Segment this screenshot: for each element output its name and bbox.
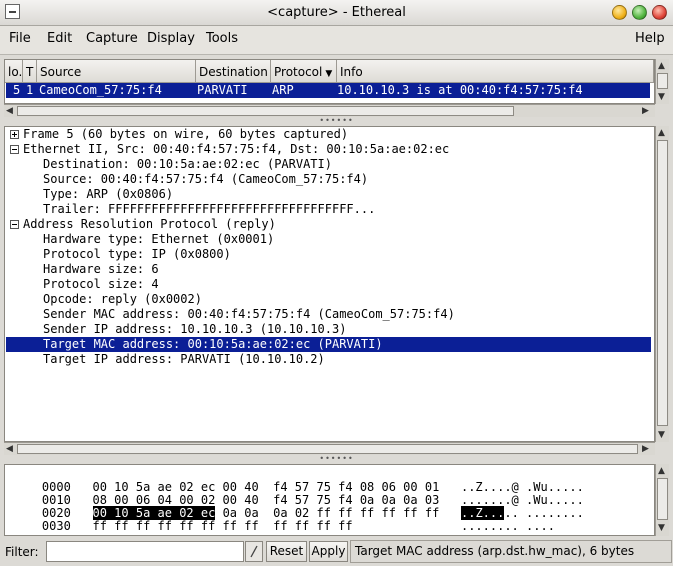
reset-button[interactable]: Reset xyxy=(266,541,307,562)
menu-edit[interactable]: Edit xyxy=(47,31,72,46)
hex-dump-pane: 0000 00 10 5a ae 02 ec 00 40 f4 57 75 f4… xyxy=(4,464,655,536)
maximize-icon[interactable] xyxy=(632,5,647,20)
minimize-icon[interactable] xyxy=(612,5,627,20)
tree-node-ethernet[interactable]: Ethernet II, Src: 00:40:f4:57:75:f4, Dst… xyxy=(10,142,654,157)
hscroll-thumb[interactable] xyxy=(17,444,638,454)
column-header-protocol-label: Protocol xyxy=(274,65,323,79)
scroll-down-arrow-icon[interactable]: ▼ xyxy=(658,430,665,440)
column-header-destination[interactable]: Destination xyxy=(196,60,271,83)
column-header-no[interactable]: lo. xyxy=(5,60,23,83)
apply-button[interactable]: Apply xyxy=(309,541,348,562)
tree-leaf[interactable]: Target IP address: PARVATI (10.10.10.2) xyxy=(10,352,673,367)
packet-info: 10.10.10.3 is at 00:40:f4:57:75:f4 xyxy=(337,83,583,97)
packet-protocol: ARP xyxy=(272,83,294,97)
scroll-up-arrow-icon[interactable]: ▲ xyxy=(658,61,665,71)
hex-offset: 0030 xyxy=(41,519,71,533)
scroll-thumb[interactable] xyxy=(657,73,668,89)
scroll-up-arrow-icon[interactable]: ▲ xyxy=(658,466,665,476)
details-vscrollbar[interactable]: ▲ ▼ xyxy=(655,126,669,442)
hex-vscrollbar[interactable]: ▲ ▼ xyxy=(655,464,669,536)
filter-input[interactable] xyxy=(46,541,244,562)
tree-leaf[interactable]: Opcode: reply (0x0002) xyxy=(10,292,673,307)
hex-bytes: ff ff ff ff ff ff ff ff xyxy=(92,519,259,533)
column-header-source[interactable]: Source xyxy=(37,60,196,83)
tree-leaf[interactable]: Hardware type: Ethernet (0x0001) xyxy=(10,232,673,247)
scroll-left-arrow-icon[interactable]: ◀ xyxy=(6,444,13,454)
column-header-protocol[interactable]: Protocol ▼ xyxy=(271,60,337,83)
expand-plus-icon[interactable] xyxy=(10,130,19,139)
tree-node-arp[interactable]: Address Resolution Protocol (reply) xyxy=(10,217,654,232)
hex-ascii: .... xyxy=(526,519,555,533)
close-icon[interactable] xyxy=(652,5,667,20)
filter-dropdown-button[interactable] xyxy=(245,541,263,562)
hex-ascii: ........ xyxy=(460,519,519,533)
tree-leaf[interactable]: Protocol size: 4 xyxy=(10,277,673,292)
hex-bytes: ff ff ff ff xyxy=(273,519,353,533)
packet-time: 1 xyxy=(26,83,34,97)
status-text: Target MAC address (arp.dst.hw_mac), 6 b… xyxy=(350,540,672,563)
tree-leaf[interactable]: Protocol type: IP (0x0800) xyxy=(10,247,673,262)
pane-splitter-bottom[interactable]: •••••• xyxy=(0,455,673,463)
filter-label: Filter: xyxy=(5,545,39,559)
collapse-minus-icon[interactable] xyxy=(10,220,19,229)
scroll-thumb[interactable] xyxy=(657,478,668,520)
column-header-info[interactable]: Info xyxy=(337,60,654,83)
tree-leaf[interactable]: Sender IP address: 10.10.10.3 (10.10.10.… xyxy=(10,322,673,337)
packet-destination: PARVATI xyxy=(197,83,248,97)
menu-help[interactable]: Help xyxy=(635,31,665,46)
tree-leaf[interactable]: Source: 00:40:f4:57:75:f4 (CameoCom_57:7… xyxy=(10,172,673,187)
column-header-time[interactable]: T xyxy=(23,60,37,83)
tree-leaf[interactable]: Destination: 00:10:5a:ae:02:ec (PARVATI) xyxy=(10,157,673,172)
packet-list: lo. T Source Destination Protocol ▼ Info … xyxy=(4,59,655,104)
menu-display[interactable]: Display xyxy=(147,31,195,46)
hex-row[interactable]: 0030 ff ff ff ff ff ff ff ff ff ff ff ff… xyxy=(13,507,555,533)
scroll-down-arrow-icon[interactable]: ▼ xyxy=(658,92,665,102)
scroll-right-arrow-icon[interactable]: ▶ xyxy=(642,106,649,116)
tree-leaf[interactable]: Sender MAC address: 00:40:f4:57:75:f4 (C… xyxy=(10,307,673,322)
scroll-up-arrow-icon[interactable]: ▲ xyxy=(658,128,665,138)
hex-row-selected[interactable]: 0020 00 10 5a ae 02 ec 0a 0a 0a 02 ff ff… xyxy=(13,494,584,520)
window-title: <capture> - Ethereal xyxy=(267,5,406,20)
tree-leaf-selected[interactable]: Target MAC address: 00:10:5a:ae:02:ec (P… xyxy=(6,337,651,352)
hscroll-thumb[interactable] xyxy=(17,106,514,116)
menu-capture[interactable]: Capture xyxy=(86,31,138,46)
hex-row[interactable]: 0000 00 10 5a ae 02 ec 00 40 f4 57 75 f4… xyxy=(13,468,584,494)
collapse-minus-icon[interactable] xyxy=(10,145,19,154)
hex-row[interactable]: 0010 08 00 06 04 00 02 00 40 f4 57 75 f4… xyxy=(13,481,584,507)
packet-no: 5 xyxy=(13,83,21,97)
sort-chevron-icon: ▼ xyxy=(325,69,333,79)
tree-node-frame[interactable]: Frame 5 (60 bytes on wire, 60 bytes capt… xyxy=(10,127,654,142)
menu-file[interactable]: File xyxy=(9,31,31,46)
packet-list-vscrollbar[interactable]: ▲ ▼ xyxy=(655,59,669,104)
status-bar: Filter: Reset Apply Target MAC address (… xyxy=(0,538,673,566)
menu-tools[interactable]: Tools xyxy=(206,31,238,46)
packet-details-tree: Frame 5 (60 bytes on wire, 60 bytes capt… xyxy=(4,126,655,442)
title-bar: <capture> - Ethereal xyxy=(0,0,673,26)
scroll-right-arrow-icon[interactable]: ▶ xyxy=(642,444,649,454)
scroll-left-arrow-icon[interactable]: ◀ xyxy=(6,106,13,116)
tree-leaf[interactable]: Trailer: FFFFFFFFFFFFFFFFFFFFFFFFFFFFFFF… xyxy=(10,202,673,217)
scroll-down-arrow-icon[interactable]: ▼ xyxy=(658,523,665,533)
filter-dropdown-icon xyxy=(250,545,258,558)
menu-bar: File Edit Capture Display Tools Help xyxy=(0,26,673,55)
tree-leaf[interactable]: Type: ARP (0x0806) xyxy=(10,187,673,202)
pane-splitter-top[interactable]: •••••• xyxy=(0,117,673,125)
scroll-thumb[interactable] xyxy=(657,140,668,426)
tree-leaf[interactable]: Hardware size: 6 xyxy=(10,262,673,277)
packet-source: CameoCom_57:75:f4 xyxy=(39,83,162,97)
packet-row[interactable]: 5 1 CameoCom_57:75:f4 PARVATI ARP 10.10.… xyxy=(6,83,650,98)
